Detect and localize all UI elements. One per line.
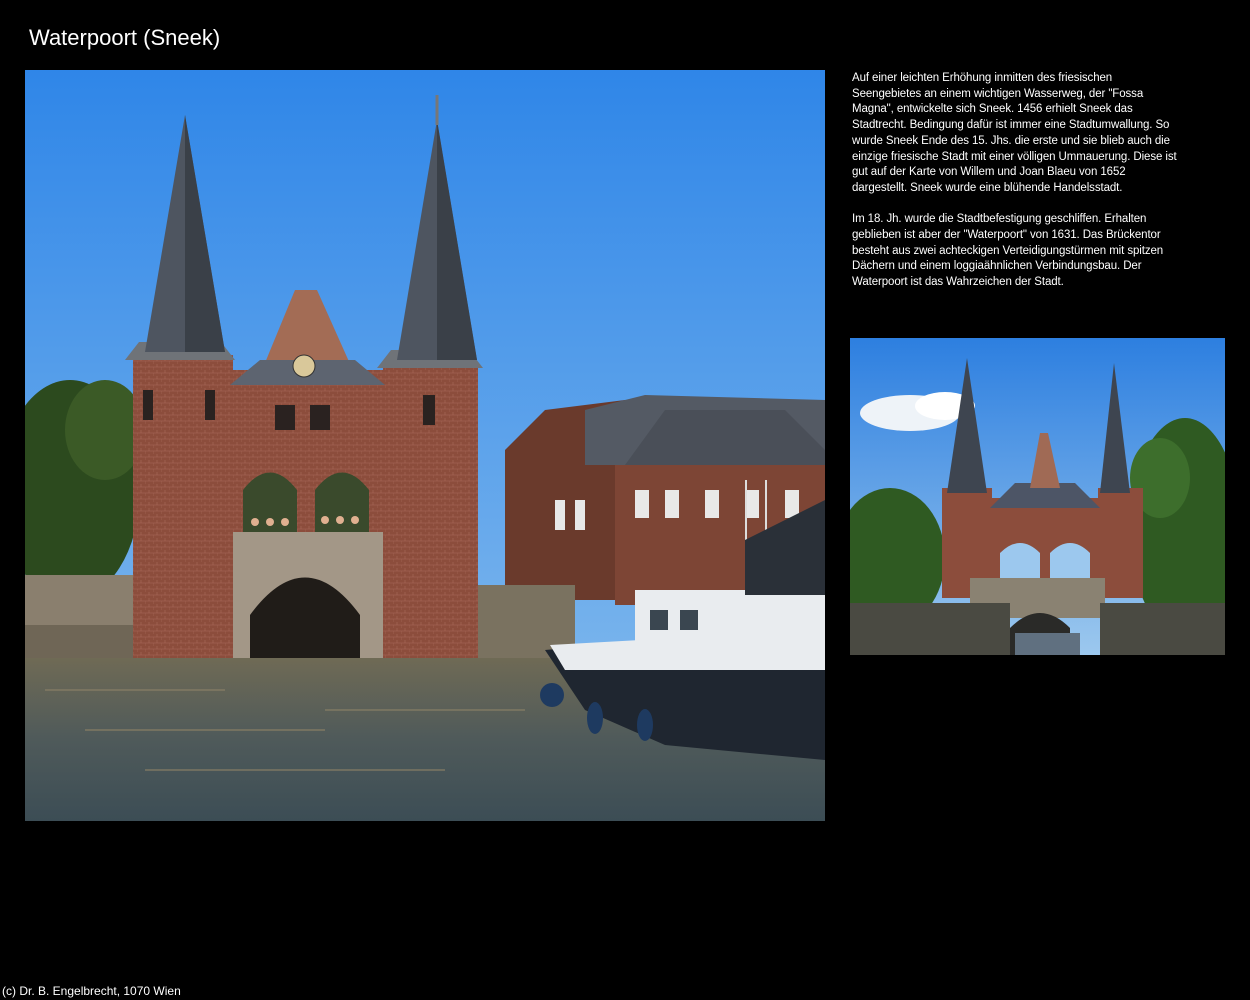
page-title: Waterpoort (Sneek): [29, 25, 221, 50]
description-paragraph: Im 18. Jh. wurde die Stadtbefestigung ge…: [852, 213, 1164, 289]
side-photo-waterpoort: [850, 338, 1225, 655]
copyright-footer: (c) Dr. B. Engelbrecht, 1070 Wien: [2, 984, 181, 998]
main-photo-waterpoort: [25, 70, 825, 821]
description-paragraph: Auf einer leichten Erhöhung inmitten des…: [852, 72, 1177, 194]
description-text: Auf einer leichten Erhöhung inmitten des…: [852, 71, 1182, 307]
